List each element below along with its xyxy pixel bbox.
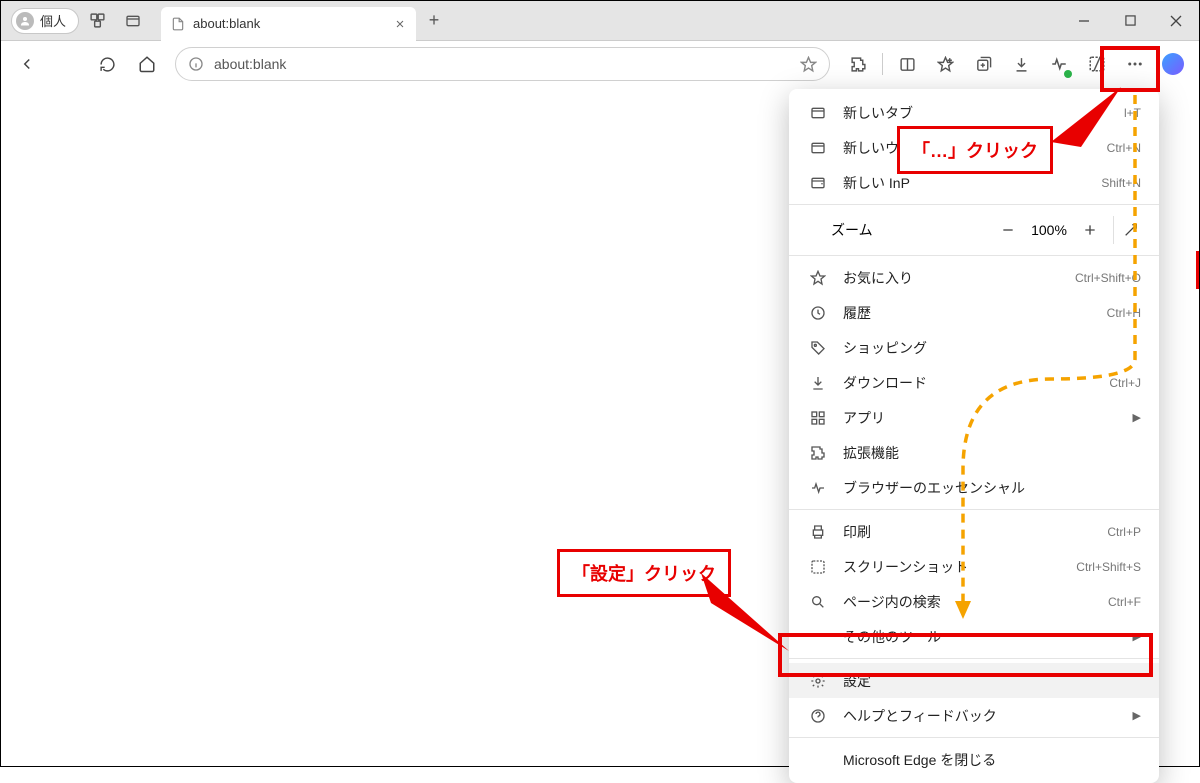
edge-accent [1196,251,1199,289]
refresh-button[interactable] [89,46,125,82]
menu-label: ヘルプとフィードバック [843,706,997,726]
menu-label: ページ内の検索 [843,592,941,612]
split-screen-icon[interactable] [889,46,925,82]
menu-more-tools[interactable]: その他のツール ▶ [789,619,1159,654]
performance-icon[interactable] [1041,46,1077,82]
menu-label: 新しい InP [843,173,910,193]
heartbeat-icon [807,480,829,496]
toolbar: about:blank [1,41,1199,87]
menu-shortcut: Ctrl+Shift+O [1075,271,1141,285]
fullscreen-button[interactable] [1113,216,1147,244]
tab-title: about:blank [193,16,260,31]
menu-help[interactable]: ヘルプとフィードバック ▶ [789,698,1159,733]
search-icon [807,594,829,610]
print-icon [807,524,829,540]
home-button[interactable] [129,46,165,82]
chevron-right-icon: ▶ [1133,709,1141,722]
menu-apps[interactable]: アプリ ▶ [789,400,1159,435]
zoom-label: ズーム [831,220,991,240]
menu-settings[interactable]: 設定 [789,663,1159,698]
menu-label: 設定 [843,671,871,691]
menu-shortcut: Ctrl+Shift+S [1076,560,1141,574]
menu-screenshot[interactable]: スクリーンショット Ctrl+Shift+S [789,549,1159,584]
titlebar: 個人 about:blank + [1,1,1199,41]
downloads-icon[interactable] [1003,46,1039,82]
apps-icon [807,410,829,426]
new-tab-icon [807,105,829,121]
address-bar[interactable]: about:blank [175,47,830,81]
workspaces-icon[interactable] [79,12,115,29]
menu-essentials[interactable]: ブラウザーのエッセンシャル [789,470,1159,505]
menu-extensions[interactable]: 拡張機能 [789,435,1159,470]
more-menu-button[interactable] [1117,46,1153,82]
menu-shopping[interactable]: ショッピング [789,330,1159,365]
help-icon [807,708,829,724]
menu-history[interactable]: 履歴 Ctrl+H [789,295,1159,330]
zoom-out-button[interactable] [991,216,1025,244]
more-menu: 新しいタブ l+T 新しいウィ Ctrl+N 新しい InP Shift+N ズ… [789,89,1159,783]
menu-shortcut: Ctrl+N [1107,141,1141,155]
callout-click-settings: 「設定」クリック [557,549,731,597]
site-info-icon[interactable] [188,56,204,72]
inprivate-icon [807,175,829,191]
puzzle-icon [807,445,829,461]
history-icon [807,305,829,321]
chevron-right-icon: ▶ [1133,630,1141,643]
new-window-icon [807,140,829,156]
profile-label: 個人 [40,11,66,30]
favorites-icon[interactable] [927,46,963,82]
menu-label: アプリ [843,408,885,428]
avatar-icon [16,12,34,30]
copilot-icon[interactable] [1155,46,1191,82]
menu-shortcut: Ctrl+J [1109,376,1141,390]
maximize-button[interactable] [1107,1,1153,41]
menu-shortcut: Ctrl+H [1107,306,1141,320]
menu-label: スクリーンショット [843,557,968,577]
screenshot-icon [807,559,829,575]
menu-print[interactable]: 印刷 Ctrl+P [789,514,1159,549]
minimize-button[interactable] [1061,1,1107,41]
favorite-star-icon[interactable] [800,56,817,73]
extensions-icon[interactable] [840,46,876,82]
menu-close-edge[interactable]: Microsoft Edge を閉じる [789,742,1159,777]
tab-actions-icon[interactable] [115,13,151,29]
tag-icon [807,340,829,356]
gear-icon [807,673,829,689]
download-icon [807,375,829,391]
menu-shortcut: Shift+N [1101,176,1141,190]
menu-label: 新しいタブ [843,103,913,123]
page-icon [171,17,185,31]
menu-label: その他のツール [843,627,941,647]
back-button[interactable] [9,46,45,82]
menu-label: 拡張機能 [843,443,899,463]
menu-label: ブラウザーのエッセンシャル [843,478,1025,498]
screenshot-icon[interactable] [1079,46,1115,82]
close-tab-icon[interactable] [394,18,406,30]
url-text: about:blank [214,56,286,72]
browser-tab[interactable]: about:blank [161,7,416,41]
menu-zoom-row: ズーム 100% [789,209,1159,251]
callout-click-dots: 「…」クリック [897,126,1053,174]
menu-label: 履歴 [843,303,871,323]
collections-icon[interactable] [965,46,1001,82]
zoom-in-button[interactable] [1073,216,1107,244]
star-icon [807,270,829,286]
new-tab-button[interactable]: + [416,10,452,31]
menu-favorites[interactable]: お気に入り Ctrl+Shift+O [789,260,1159,295]
zoom-value: 100% [1025,222,1073,238]
menu-new-tab[interactable]: 新しいタブ l+T [789,95,1159,130]
menu-label: ダウンロード [843,373,927,393]
close-window-button[interactable] [1153,1,1199,41]
menu-shortcut: Ctrl+P [1107,525,1141,539]
menu-downloads[interactable]: ダウンロード Ctrl+J [789,365,1159,400]
chevron-right-icon: ▶ [1133,411,1141,424]
profile-button[interactable]: 個人 [11,8,79,34]
menu-shortcut: Ctrl+F [1108,595,1141,609]
menu-label: 印刷 [843,522,871,542]
menu-shortcut: l+T [1124,106,1141,120]
menu-find[interactable]: ページ内の検索 Ctrl+F [789,584,1159,619]
menu-label: ショッピング [843,338,927,358]
menu-label: お気に入り [843,268,913,288]
